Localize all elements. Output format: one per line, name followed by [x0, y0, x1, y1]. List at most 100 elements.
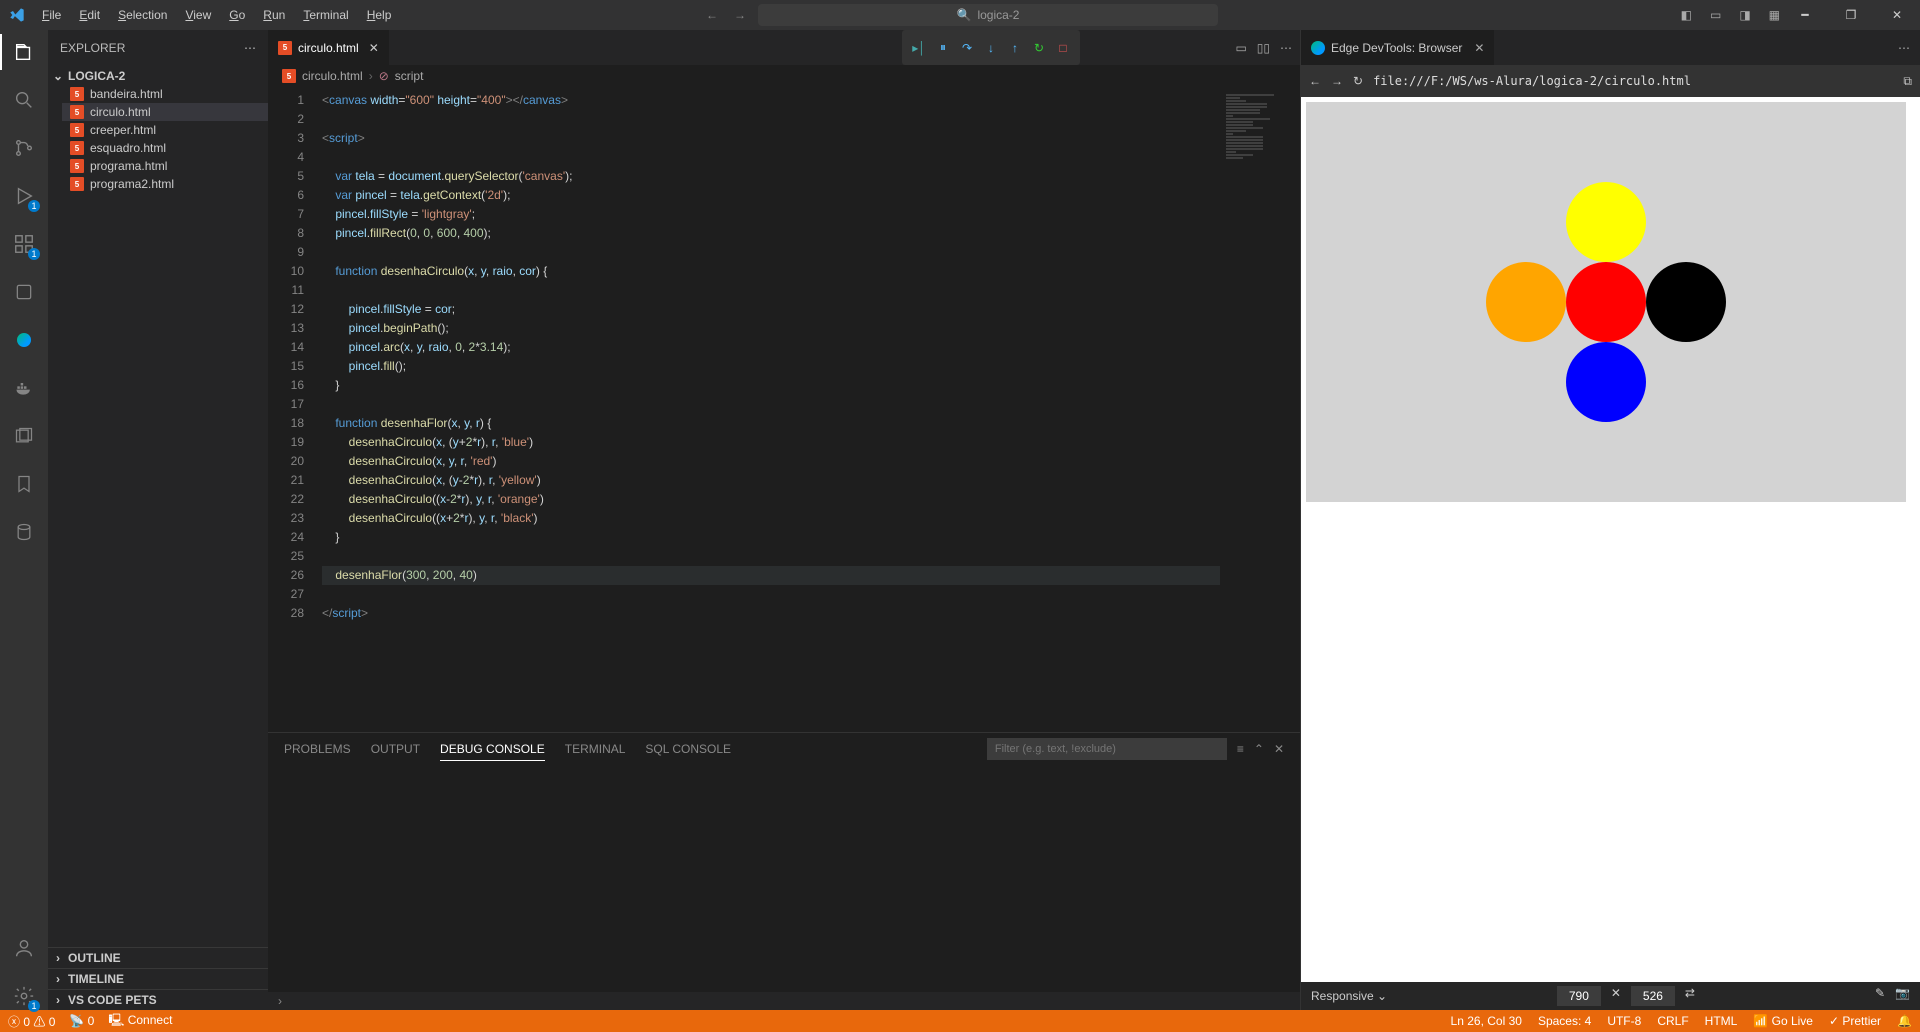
menu-go[interactable]: Go	[221, 4, 253, 26]
run-debug-icon[interactable]: 1	[10, 182, 38, 210]
search-icon: 🔍	[957, 8, 972, 22]
close-button[interactable]: ✕	[1874, 0, 1920, 30]
viewport-width-input[interactable]	[1557, 986, 1601, 1006]
step-into-icon[interactable]: ↓	[980, 37, 1002, 59]
settings-gear-icon[interactable]: 1	[10, 982, 38, 1010]
layout-primary-icon[interactable]: ◧	[1681, 8, 1692, 22]
menu-run[interactable]: Run	[255, 4, 293, 26]
close-browser-tab-icon[interactable]: ✕	[1474, 41, 1484, 55]
section-outline[interactable]: ›OUTLINE	[48, 947, 268, 968]
docker-icon[interactable]	[10, 374, 38, 402]
editor-body[interactable]: 1234567891011121314151617181920212223242…	[268, 87, 1300, 732]
open-external-icon[interactable]: ⧉	[1903, 74, 1912, 89]
browser-more-icon[interactable]: ⋯	[1888, 41, 1920, 55]
layout-panel-icon[interactable]: ▭	[1710, 8, 1721, 22]
restart-icon[interactable]: ↻	[1028, 37, 1050, 59]
file-bandeira-html[interactable]: 5bandeira.html	[62, 85, 268, 103]
html-file-icon: 5	[70, 105, 84, 119]
status-cursor[interactable]: Ln 26, Col 30	[1451, 1014, 1522, 1028]
rotate-icon[interactable]: ⇄	[1685, 986, 1695, 1006]
html-file-icon: 5	[70, 141, 84, 155]
breadcrumb[interactable]: 5 circulo.html › ⊘ script	[268, 65, 1300, 87]
minimize-button[interactable]: ━	[1782, 0, 1828, 30]
status-bell-icon[interactable]: 🔔	[1897, 1014, 1912, 1028]
more-icon[interactable]: ⋯	[244, 41, 256, 55]
panel-breadcrumb[interactable]: ›	[268, 992, 1300, 1010]
project-folder[interactable]: ⌄ LOGICA-2	[48, 67, 268, 85]
file-programa-html[interactable]: 5programa.html	[62, 157, 268, 175]
maximize-button[interactable]: ❐	[1828, 0, 1874, 30]
console-filter-input[interactable]	[987, 738, 1227, 760]
menu-selection[interactable]: Selection	[110, 4, 175, 26]
minimap[interactable]	[1220, 87, 1300, 732]
edge-icon[interactable]	[10, 326, 38, 354]
extensions-icon[interactable]: 1	[10, 230, 38, 258]
debug-console-output[interactable]	[268, 765, 1300, 992]
devtools-icon[interactable]	[10, 278, 38, 306]
status-language[interactable]: HTML	[1705, 1014, 1738, 1028]
browser-forward-icon[interactable]: →	[1331, 74, 1343, 88]
step-over-icon[interactable]: ↷	[956, 37, 978, 59]
more-actions-icon[interactable]: ⋯	[1280, 41, 1292, 55]
panel-tab-problems[interactable]: PROBLEMS	[284, 738, 351, 760]
source-control-icon[interactable]	[10, 134, 38, 162]
file-programa2-html[interactable]: 5programa2.html	[62, 175, 268, 193]
status-ports[interactable]: 📡 0	[69, 1014, 94, 1028]
panel-tab-terminal[interactable]: TERMINAL	[565, 738, 626, 760]
account-icon[interactable]	[10, 934, 38, 962]
browser-reload-icon[interactable]: ↻	[1353, 74, 1363, 88]
panel-tab-sql-console[interactable]: SQL CONSOLE	[645, 738, 731, 760]
status-golive[interactable]: 📶 Go Live	[1753, 1014, 1813, 1028]
browser-tab[interactable]: Edge DevTools: Browser ✕	[1301, 30, 1494, 65]
browser-url[interactable]: file:///F:/WS/ws-Alura/logica-2/circulo.…	[1373, 74, 1893, 88]
tab-label: circulo.html	[298, 41, 359, 55]
file-esquadro-html[interactable]: 5esquadro.html	[62, 139, 268, 157]
menu-help[interactable]: Help	[359, 4, 400, 26]
status-connect[interactable]: 🖳 Connect	[108, 1011, 172, 1032]
panel-close-icon[interactable]: ✕	[1274, 742, 1284, 756]
menu-view[interactable]: View	[177, 4, 219, 26]
step-out-icon[interactable]: ↑	[1004, 37, 1026, 59]
screencast-icon[interactable]: ✎	[1875, 986, 1885, 1006]
explorer-icon[interactable]	[10, 38, 38, 66]
menu-file[interactable]: File	[34, 4, 69, 26]
screenshot-icon[interactable]: 📷	[1895, 986, 1910, 1006]
search-icon[interactable]	[10, 86, 38, 114]
responsive-dropdown[interactable]: Responsive ⌄	[1311, 989, 1387, 1003]
panel-maximize-icon[interactable]: ⌃	[1254, 742, 1264, 756]
code-content[interactable]: <canvas width="600" height="400"></canva…	[318, 87, 1220, 732]
bookmark-icon[interactable]	[10, 470, 38, 498]
devtools-toggle-icon[interactable]: ▭	[1235, 41, 1246, 55]
browser-back-icon[interactable]: ←	[1309, 74, 1321, 88]
menu-edit[interactable]: Edit	[71, 4, 108, 26]
browser-viewport[interactable]	[1301, 97, 1920, 982]
layout-customize-icon[interactable]: ▦	[1769, 8, 1780, 22]
nav-back-icon[interactable]: ←	[702, 5, 722, 25]
continue-icon[interactable]: ▸│	[908, 37, 930, 59]
panel-tab-debug-console[interactable]: DEBUG CONSOLE	[440, 738, 545, 761]
circle-red	[1566, 262, 1646, 342]
status-encoding[interactable]: UTF-8	[1607, 1014, 1641, 1028]
menu-terminal[interactable]: Terminal	[295, 4, 356, 26]
pause-icon[interactable]: ⏸	[932, 37, 954, 59]
layout-side-icon[interactable]: ◨	[1739, 8, 1750, 22]
split-editor-icon[interactable]: ▯▯	[1257, 41, 1270, 55]
projects-icon[interactable]	[10, 422, 38, 450]
close-tab-icon[interactable]: ✕	[369, 41, 379, 55]
panel-tab-output[interactable]: OUTPUT	[371, 738, 420, 760]
tab-circulo[interactable]: 5 circulo.html ✕	[268, 30, 390, 65]
section-vs-code-pets[interactable]: ›VS CODE PETS	[48, 989, 268, 1010]
status-prettier[interactable]: ✓ Prettier	[1829, 1014, 1881, 1028]
status-eol[interactable]: CRLF	[1657, 1014, 1688, 1028]
viewport-height-input[interactable]	[1631, 986, 1675, 1006]
status-spaces[interactable]: Spaces: 4	[1538, 1014, 1591, 1028]
panel-settings-icon[interactable]: ≡	[1237, 742, 1244, 756]
file-circulo-html[interactable]: 5circulo.html	[62, 103, 268, 121]
command-center[interactable]: 🔍 logica-2	[758, 4, 1218, 26]
database-icon[interactable]	[10, 518, 38, 546]
section-timeline[interactable]: ›TIMELINE	[48, 968, 268, 989]
nav-forward-icon[interactable]: →	[730, 5, 750, 25]
file-creeper-html[interactable]: 5creeper.html	[62, 121, 268, 139]
status-errors[interactable]: ⓧ 0 ⚠ 0	[8, 1013, 55, 1030]
stop-icon[interactable]: □	[1052, 37, 1074, 59]
